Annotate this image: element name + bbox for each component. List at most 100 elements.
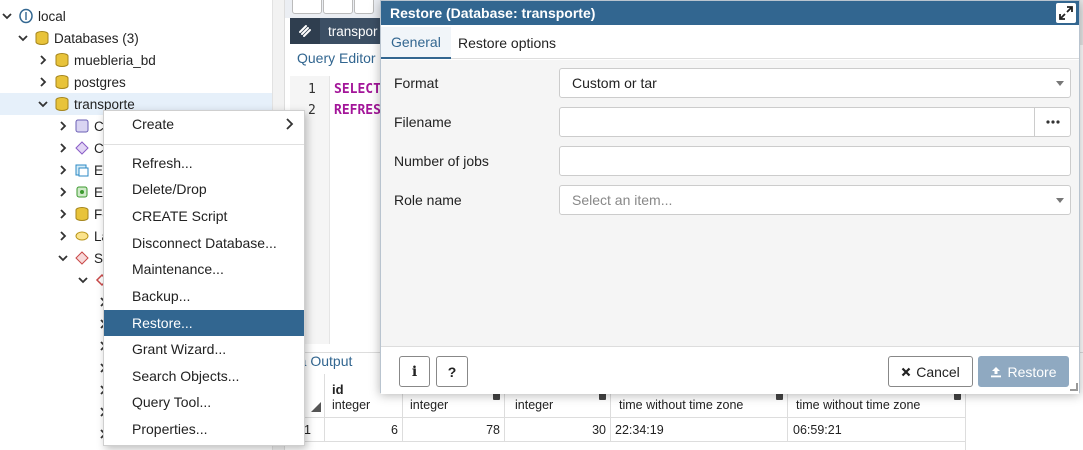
caret-down-icon [1056,198,1064,203]
chevron-right-icon[interactable] [56,185,70,199]
chevron-down-icon[interactable] [16,31,30,45]
cancel-button[interactable]: Cancel [888,356,973,387]
column-type: integer [410,398,449,412]
menu-item-maintenance[interactable]: Maintenance... [104,256,304,282]
chevron-right-icon[interactable] [36,53,50,67]
role-name-select[interactable]: Select an item... [559,185,1071,215]
column-type: integer [332,398,371,412]
dialog-body: Format Custom or tar Filename Number of … [381,60,1079,346]
menu-item-properties[interactable]: Properties... [104,416,304,442]
grid-cell[interactable]: 6 [325,418,403,442]
browse-file-button[interactable] [1034,108,1070,136]
column-type: time without time zone [796,398,921,412]
menu-item-query-tool[interactable]: Query Tool... [104,389,304,415]
database-icon [54,74,70,90]
upload-icon [991,366,1002,377]
chevron-right-icon[interactable] [56,229,70,243]
resize-handle[interactable] [1070,383,1078,391]
dialog-footer: i ? Cancel Restore [381,346,1079,394]
database-icon [54,96,70,112]
tab-general[interactable]: General [381,27,451,59]
code-line[interactable]: SELECT [334,82,381,97]
menu-item-grant-wizard[interactable]: Grant Wizard... [104,336,304,362]
databases-icon [34,30,50,46]
dialog-title-bar[interactable]: Restore (Database: transporte) [381,1,1079,25]
column-name: id [332,382,344,397]
tree-item-label: Databases (3) [54,30,139,46]
chevron-down-icon[interactable] [56,251,70,265]
table-row[interactable] [285,442,966,450]
open-file-button[interactable] [292,0,322,14]
event-trigger-icon [74,162,90,178]
menu-item-disconnect-database[interactable]: Disconnect Database... [104,230,304,256]
menu-item-refresh[interactable]: Refresh... [104,150,304,176]
format-select[interactable]: Custom or tar [559,68,1071,98]
grid-cell[interactable]: 22:34:19 [611,418,788,442]
query-tab[interactable]: transpor [290,18,385,44]
select-all-icon [311,402,321,412]
close-icon [901,367,911,376]
chevron-right-icon[interactable] [56,141,70,155]
query-tab-label: transpor [328,23,378,39]
chevron-right-icon[interactable] [56,163,70,177]
save-dropdown-button[interactable] [354,0,374,14]
chevron-down-icon[interactable] [76,273,90,287]
menu-divider [104,144,304,145]
language-icon [74,228,90,244]
chevron-right-icon[interactable] [56,207,70,221]
server-elephant-icon [18,8,34,24]
chevron-down-icon[interactable] [0,9,14,23]
tab-restore-options[interactable]: Restore options [448,27,566,59]
cast-icon [74,118,90,134]
line-number: 1 [308,82,316,97]
tree-item-languages[interactable]: La [56,225,109,247]
grid-cell[interactable]: 30 [505,418,611,442]
code-line[interactable]: REFRES [334,103,381,118]
grid-cell[interactable]: 78 [403,418,505,442]
filename-label: Filename [394,114,452,130]
maximize-button[interactable] [1056,3,1076,23]
grid-cell[interactable]: 06:59:21 [788,418,966,442]
info-button[interactable]: i [399,356,430,387]
tree-item-label: local [38,8,66,24]
role-name-label: Role name [394,192,462,208]
help-button[interactable]: ? [436,356,468,387]
foreign-data-wrapper-icon [74,206,90,222]
save-file-button[interactable] [323,0,353,14]
filename-input[interactable] [559,107,1071,137]
tree-item-label: postgres [74,74,126,90]
restore-button[interactable]: Restore [978,356,1069,387]
tree-item-muebleria-bd[interactable]: muebleria_bd [36,49,156,71]
tree-item-foreign-data-wrappers[interactable]: Fo [56,203,110,225]
menu-item-delete-drop[interactable]: Delete/Drop [104,176,304,202]
tree-item-extensions[interactable]: Ex [56,181,110,203]
menu-item-search-objects[interactable]: Search Objects... [104,363,304,389]
column-type: time without time zone [619,398,744,412]
tree-item-event-triggers[interactable]: Ev [56,159,110,181]
menu-item-create-script[interactable]: CREATE Script [104,203,304,229]
role-placeholder: Select an item... [572,192,673,208]
database-icon [54,52,70,68]
chevron-right-icon [286,118,294,130]
chevron-right-icon[interactable] [36,75,50,89]
menu-item-restore[interactable]: Restore... [104,310,304,336]
schemas-icon [74,250,90,266]
chevron-down-icon[interactable] [36,97,50,111]
number-of-jobs-input[interactable] [559,146,1071,176]
connection-link-icon [290,18,320,44]
caret-down-icon [1056,81,1064,86]
tree-item-local[interactable]: local [0,5,66,27]
tree-item-databases[interactable]: Databases (3) [16,27,139,49]
format-value: Custom or tar [572,75,657,91]
restore-dialog: Restore (Database: transporte) General R… [380,0,1080,394]
dialog-title: Restore (Database: transporte) [390,5,596,21]
line-number: 2 [308,103,316,118]
menu-item-create[interactable]: Create [104,111,304,137]
chevron-right-icon[interactable] [56,119,70,133]
dialog-tabs: General Restore options [381,27,1079,59]
tree-item-postgres[interactable]: postgres [36,71,126,93]
tree-item-schemas[interactable]: Sc [56,247,110,269]
jobs-label: Number of jobs [394,153,489,169]
menu-item-backup[interactable]: Backup... [104,283,304,309]
catalog-icon [74,140,90,156]
